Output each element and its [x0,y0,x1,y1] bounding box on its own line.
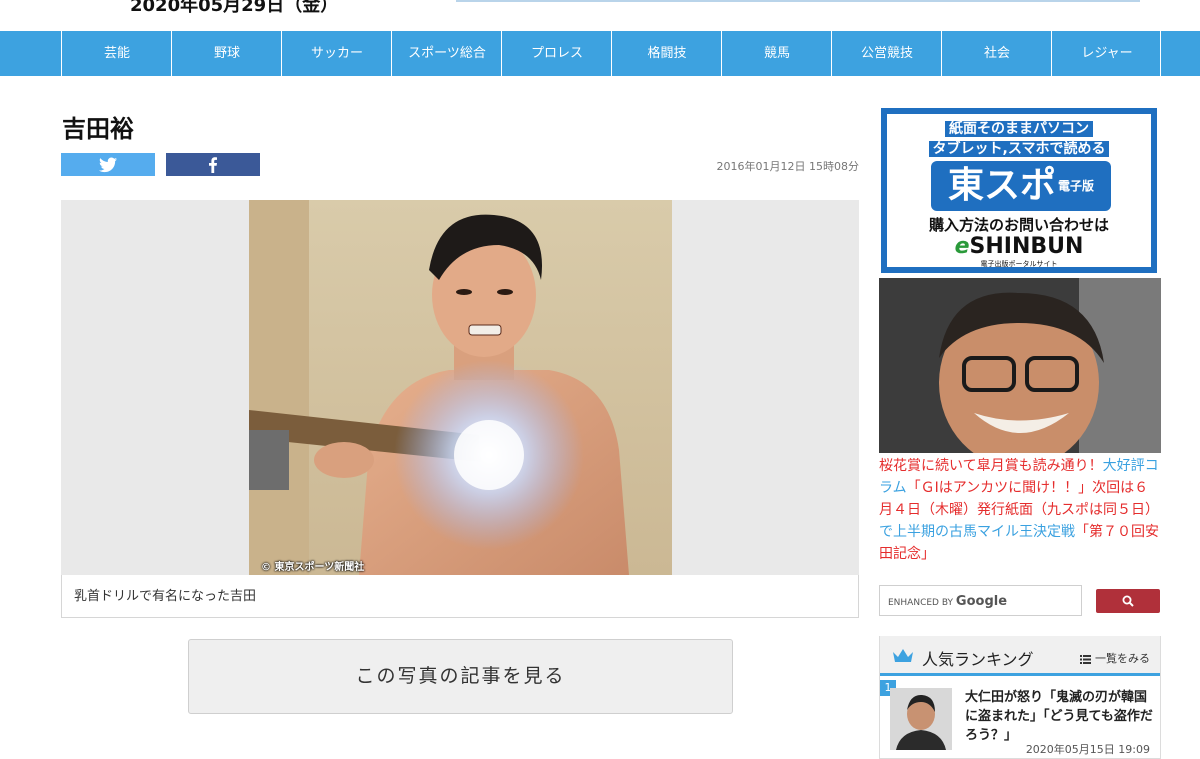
list-icon [1080,654,1091,664]
esinbun-ad-banner[interactable]: 紙面そのままパソコン タブレット,スマホで読める 東スポ 電子版 購入方法のお問い… [881,108,1157,273]
ad-line-2: タブレット,スマホで読める [887,138,1151,158]
ad-inner: 紙面そのままパソコン タブレット,スマホで読める 東スポ 電子版 購入方法のお問い… [887,114,1151,268]
rank-thumbnail[interactable] [890,688,952,750]
tospo-logo: 東スポ 電子版 [931,161,1111,211]
ad-tagline: 電子出版ポータルサイト [980,260,1058,268]
photo-caption: 乳首ドリルで有名になった吉田 [61,575,859,618]
photo-frame: © 東京スポーツ新聞社 [61,200,859,575]
nav-item-horse-racing[interactable]: 競馬 [721,31,832,76]
column-promo-text[interactable]: 桜花賞に続いて皐月賞も読み通り！大好評コラム「ＧⅠはアンカツに聞け！！」次回は６… [879,455,1161,565]
column-portrait[interactable] [879,278,1161,453]
ranking-header: 人気ランキング 一覧をみる [880,636,1160,676]
header-date: 2020年05月29日（金） [130,0,339,16]
twitter-bird-icon [99,157,117,172]
facebook-share-button[interactable] [166,153,260,176]
esinbun-logo: eSHINBUN [954,234,1084,259]
ad-line-3: 購入方法のお問い合わせは [928,216,1109,234]
page-title: 吉田裕 [62,115,134,143]
site-search-input[interactable]: ENHANCED BY Google [879,585,1082,616]
ranking-more-link[interactable]: 一覧をみる [1080,650,1150,666]
promo-text-2b: 「ＧⅠはアンカツに聞け！！」 [906,480,1093,496]
nav-item-martial-arts[interactable]: 格闘技 [611,31,722,76]
facebook-f-icon [209,156,217,173]
twitter-share-button[interactable] [61,153,155,176]
search-button[interactable] [1096,589,1160,613]
article-photo-image [249,200,672,575]
nav-item-prowrestling[interactable]: プロレス [501,31,612,76]
nav-item-public-racing[interactable]: 公営競技 [831,31,942,76]
column-portrait-image [879,278,1161,453]
nav-item-society[interactable]: 社会 [941,31,1052,76]
rank-thumbnail-image [890,688,952,750]
promo-text-1: 桜花賞に続いて皐月賞も読み通り！ [879,458,1103,474]
ranking-box: 人気ランキング 一覧をみる 1 大仁田が怒り「鬼滅の刃が韓国に盗まれた」「どう見… [879,636,1161,759]
ranking-title: 人気ランキング [922,650,1034,669]
header-banner-edge [456,0,1140,2]
rank-headline[interactable]: 大仁田が怒り「鬼滅の刃が韓国に盗まれた」「どう見ても盗作だろう？」 [965,688,1155,745]
nav-item-sports[interactable]: スポーツ総合 [391,31,502,76]
view-article-button[interactable]: この写真の記事を見る [188,639,733,714]
article-photo[interactable]: © 東京スポーツ新聞社 [249,200,672,575]
crown-icon [893,649,913,662]
rank-date: 2020年05月15日 19:09 [1025,743,1150,756]
search-icon [1122,595,1134,607]
nav-item-baseball[interactable]: 野球 [171,31,282,76]
category-nav: 芸能 野球 サッカー スポーツ総合 プロレス 格闘技 競馬 公営競技 社会 レジ… [0,31,1200,76]
nav-item-leisure[interactable]: レジャー [1051,31,1162,76]
nav-divider [1160,31,1161,76]
article-date: 2016年01月12日 15時08分 [716,160,859,173]
nav-item-soccer[interactable]: サッカー [281,31,392,76]
nav-item-entertainment[interactable]: 芸能 [61,31,172,76]
photo-credit: © 東京スポーツ新聞社 [261,562,365,573]
promo-text-4: で上半期の古馬マイル王決定戦 [879,524,1075,540]
ad-line-1: 紙面そのままパソコン [887,118,1151,138]
enhanced-by-google: ENHANCED BY Google [888,594,1008,609]
